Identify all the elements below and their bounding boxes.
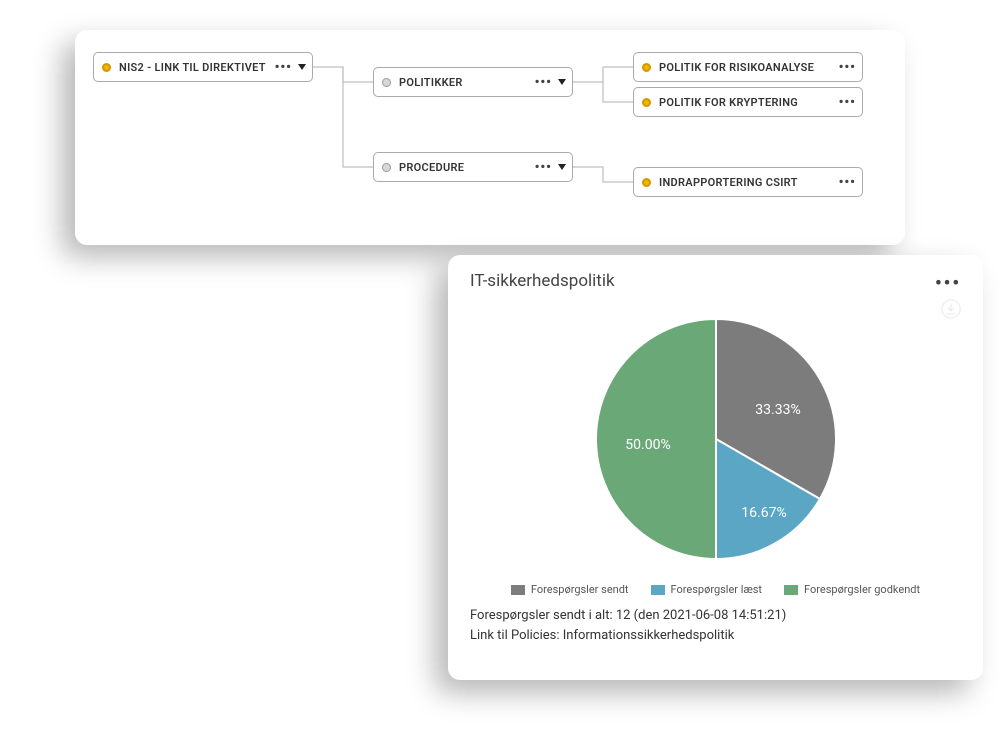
chart-meta-sent-total: Forespørgsler sendt i alt: 12 (den 2021-… xyxy=(470,606,961,626)
node-label: POLITIKKER xyxy=(399,76,529,89)
status-dot-icon xyxy=(642,178,651,187)
node-leaf-kryptering[interactable]: POLITIK FOR KRYPTERING ••• xyxy=(633,87,863,117)
node-label: POLITIK FOR RISIKOANALYSE xyxy=(659,61,833,74)
node-label: NIS2 - LINK TIL DIREKTIVET xyxy=(119,61,269,74)
status-dot-icon xyxy=(642,98,651,107)
status-dot-icon xyxy=(102,63,111,72)
node-politikker[interactable]: POLITIKKER ••• xyxy=(373,67,573,97)
legend-swatch xyxy=(651,585,665,595)
pie-chart: 33.33% 16.67% 50.00% xyxy=(470,309,961,569)
node-leaf-csirt[interactable]: INDRAPPORTERING CSIRT ••• xyxy=(633,167,863,197)
legend-swatch xyxy=(511,585,525,595)
legend-label: Forespørgsler læst xyxy=(671,583,762,596)
more-icon[interactable]: ••• xyxy=(535,75,552,90)
chevron-down-icon[interactable] xyxy=(298,64,306,70)
node-label: POLITIK FOR KRYPTERING xyxy=(659,96,833,109)
status-dot-icon xyxy=(382,78,391,87)
chart-legend: Forespørgsler sendt Forespørgsler læst F… xyxy=(470,583,961,596)
chart-card: IT-sikkerhedspolitik ••• 33.33% 16.67% 50.… xyxy=(448,255,983,680)
status-dot-icon xyxy=(382,163,391,172)
pie-slice-label: 33.33% xyxy=(755,402,800,418)
node-label: PROCEDURE xyxy=(399,161,529,174)
more-icon[interactable]: ••• xyxy=(935,273,961,294)
legend-label: Forespørgsler godkendt xyxy=(804,583,920,596)
more-icon[interactable]: ••• xyxy=(535,160,552,175)
legend-swatch xyxy=(784,585,798,595)
chart-title: IT-sikkerhedspolitik xyxy=(470,271,961,291)
legend-item-approved: Forespørgsler godkendt xyxy=(784,583,920,596)
node-label: INDRAPPORTERING CSIRT xyxy=(659,176,833,189)
pie-slice-label: 50.00% xyxy=(625,437,670,453)
node-leaf-risikoanalyse[interactable]: POLITIK FOR RISIKOANALYSE ••• xyxy=(633,52,863,82)
node-procedure[interactable]: PROCEDURE ••• xyxy=(373,152,573,182)
more-icon[interactable]: ••• xyxy=(839,60,856,75)
legend-item-read: Forespørgsler læst xyxy=(651,583,762,596)
chevron-down-icon[interactable] xyxy=(558,79,566,85)
legend-label: Forespørgsler sendt xyxy=(531,583,629,596)
node-root[interactable]: NIS2 - LINK TIL DIREKTIVET ••• xyxy=(93,52,313,82)
more-icon[interactable]: ••• xyxy=(275,60,292,75)
legend-item-sent: Forespørgsler sendt xyxy=(511,583,629,596)
chart-meta-link: Link til Policies: Informationssikkerhed… xyxy=(470,626,961,646)
chevron-down-icon[interactable] xyxy=(558,164,566,170)
pie-slice-label: 16.67% xyxy=(741,505,786,521)
more-icon[interactable]: ••• xyxy=(839,175,856,190)
more-icon[interactable]: ••• xyxy=(839,95,856,110)
diagram-card: NIS2 - LINK TIL DIREKTIVET ••• POLITIKKE… xyxy=(75,30,905,245)
status-dot-icon xyxy=(642,63,651,72)
